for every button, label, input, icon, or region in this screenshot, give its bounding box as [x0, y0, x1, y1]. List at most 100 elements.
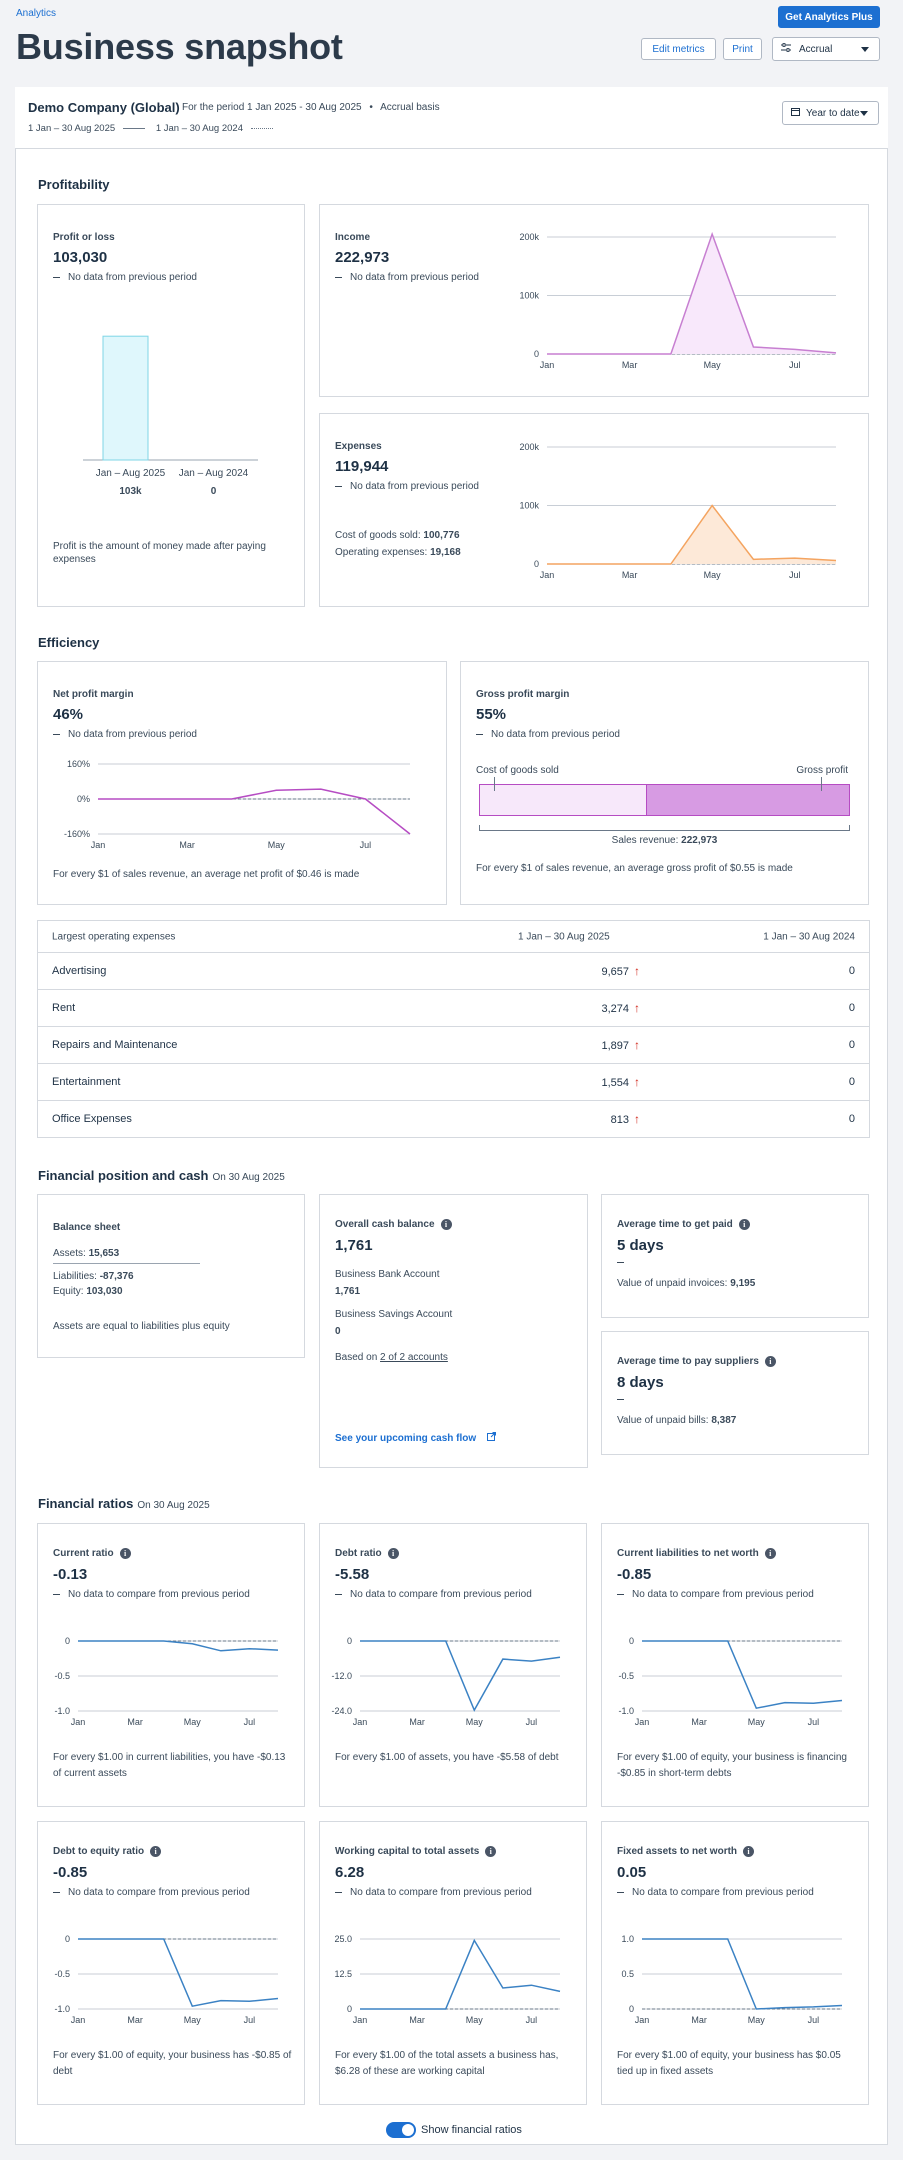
profit-bar-chart — [83, 335, 258, 461]
edit-metrics-button[interactable]: Edit metrics — [641, 38, 716, 60]
cash-label: Overall cash balance i — [335, 1219, 452, 1230]
show-ratios-toggle[interactable] — [386, 2122, 416, 2138]
expenses-card: Expenses 119,944 No data from previous p… — [319, 413, 869, 607]
gross-profit-fill — [646, 785, 849, 815]
net-margin-footnote: For every $1 of sales revenue, an averag… — [53, 869, 360, 880]
expense-current-value: 1,554 — [601, 1077, 629, 1089]
accounts-link[interactable]: 2 of 2 accounts — [380, 1352, 448, 1363]
operating-expenses-table: Largest operating expenses 1 Jan – 30 Au… — [37, 920, 870, 1138]
x-tick-label: Jan — [540, 570, 555, 580]
get-paid-label-text: Average time to get paid — [617, 1219, 733, 1231]
info-icon[interactable]: i — [738, 1219, 750, 1230]
table-header: Largest operating expenses 1 Jan – 30 Au… — [38, 921, 869, 952]
x-tick-label: May — [466, 2015, 484, 2025]
x-tick-label: Mar — [622, 360, 638, 370]
ratio-footnote: For every $1.00 of the total assets a bu… — [335, 2050, 559, 2077]
print-button[interactable]: Print — [723, 38, 762, 60]
y-tick-label: 0 — [347, 1636, 352, 1646]
x-tick-label: May — [268, 840, 286, 850]
gross-margin-value: 55% — [476, 706, 507, 723]
arrow-up-icon: ↑ — [634, 1001, 640, 1015]
efficiency-heading: Efficiency — [38, 635, 100, 650]
x-tick-label: Jan — [540, 360, 555, 370]
pay-suppliers-dash — [617, 1399, 624, 1400]
unpaid-invoices: Value of unpaid invoices: 9,195 — [617, 1278, 755, 1289]
expense-current: 9,657 ↑ — [558, 964, 640, 978]
income-chart: 200k 100k 0Jan Mar May Jul — [519, 231, 837, 370]
x-tick-label: May — [466, 1717, 484, 1727]
ratio-footnote: For every $1.00 of assets, you have -$5.… — [335, 1752, 559, 1763]
x-tick-label: May — [748, 2015, 766, 2025]
expense-name: Office Expenses — [52, 1113, 132, 1125]
y-tick-label: 0 — [534, 559, 539, 569]
x-tick-label: May — [704, 360, 722, 370]
x-tick-label: Jul — [244, 2015, 256, 2025]
y-tick-label: -0.5 — [618, 1671, 634, 1681]
expense-name: Advertising — [52, 965, 107, 977]
y-tick-label: 0 — [629, 2004, 634, 2014]
time-to-get-paid-card: Average time to get paid i 5 days Value o… — [601, 1194, 869, 1318]
table-row: Office Expenses 813 ↑ 0 — [38, 1100, 869, 1137]
ratio-card: Debt ratio i -5.58 No data to compare from … — [319, 1523, 587, 1807]
y-tick-label: 0% — [77, 794, 90, 804]
based-on: Based on 2 of 2 accounts — [335, 1352, 448, 1363]
y-tick-label: 25.0 — [334, 1934, 352, 1944]
expense-current: 3,274 ↑ — [558, 1001, 640, 1015]
revenue-value: 222,973 — [681, 835, 718, 846]
x-tick-label: Jul — [789, 360, 801, 370]
x-tick-label: Jul — [526, 2015, 538, 2025]
x-tick-label: Mar — [127, 1717, 143, 1727]
table-body: Advertising 9,657 ↑ 0 Rent 3,274 ↑ 0 Repairs and… — [38, 952, 869, 1137]
y-tick-label: 100k — [519, 501, 539, 511]
get-analytics-plus-button[interactable]: Get Analytics Plus — [778, 6, 880, 28]
y-tick-label: 0 — [534, 349, 539, 359]
y-tick-label: -1.0 — [618, 1706, 634, 1716]
acct2-value: 0 — [335, 1326, 341, 1337]
expense-previous: 0 — [848, 1076, 855, 1088]
liabilities-line: Liabilities: -87,376 — [53, 1271, 134, 1282]
basis-select[interactable]: Accrual — [772, 37, 880, 61]
company-name: Demo Company (Global) — [28, 100, 180, 115]
x-tick-label: Mar — [691, 2015, 707, 2025]
get-paid-value: 5 days — [617, 1237, 664, 1254]
y-tick-label: 0 — [629, 1636, 634, 1646]
x-tick-label: May — [184, 2015, 202, 2025]
y-tick-label: -0.5 — [54, 1671, 70, 1681]
x-tick-label: Jan — [71, 1717, 86, 1727]
ratio-footnote: For every $1.00 of equity, your business… — [617, 2050, 841, 2077]
gross-margin-nodata: No data from previous period — [476, 729, 620, 740]
sliders-icon — [781, 43, 791, 55]
x-tick-label: Jul — [789, 570, 801, 580]
expense-name: Entertainment — [52, 1076, 121, 1088]
get-paid-label: Average time to get paid i — [617, 1219, 750, 1230]
info-icon[interactable]: i — [440, 1219, 452, 1230]
x-tick-label: Mar — [409, 1717, 425, 1727]
position-date: On 30 Aug 2025 — [212, 1172, 285, 1183]
expense-current-value: 1,897 — [601, 1040, 629, 1052]
legend-solid-line — [123, 127, 146, 129]
balance-footnote: Assets are equal to liabilities plus equ… — [53, 1321, 230, 1332]
col-current: 1 Jan – 30 Aug 2025 — [518, 931, 610, 942]
x-tick-label: Jan — [91, 840, 106, 850]
y-tick-label: 200k — [519, 232, 539, 242]
x-tick-label: Mar — [691, 1717, 707, 1727]
gm-cogs-label: Cost of goods sold — [476, 765, 559, 776]
profit-footnote: Profit is the amount of money made after… — [53, 541, 266, 565]
cashflow-link[interactable]: See your upcoming cash flow — [335, 1433, 476, 1444]
ratios-date: On 30 Aug 2025 — [137, 1500, 210, 1511]
expense-name: Rent — [52, 1002, 76, 1014]
acct2-name: Business Savings Account — [335, 1309, 453, 1320]
ratios-heading: Financial ratios On 30 Aug 2025 — [38, 1496, 210, 1511]
cashflow-link-wrap[interactable]: See your upcoming cash flow — [335, 1432, 497, 1444]
y-tick-label: -1.0 — [54, 1706, 70, 1716]
info-icon[interactable]: i — [764, 1356, 776, 1367]
show-ratios-label: Show financial ratios — [421, 2124, 522, 2136]
date-range-select[interactable]: Year to date — [782, 101, 879, 125]
revenue-line: Sales revenue: 222,973 — [479, 835, 850, 846]
col-name: Largest operating expenses — [52, 931, 176, 942]
breadcrumb-analytics[interactable]: Analytics — [16, 8, 56, 19]
series-line — [98, 788, 411, 835]
y-tick-label: 160% — [67, 759, 90, 769]
legend-current: 1 Jan – 30 Aug 2025 — [28, 123, 116, 134]
expense-current: 813 ↑ — [558, 1112, 640, 1126]
